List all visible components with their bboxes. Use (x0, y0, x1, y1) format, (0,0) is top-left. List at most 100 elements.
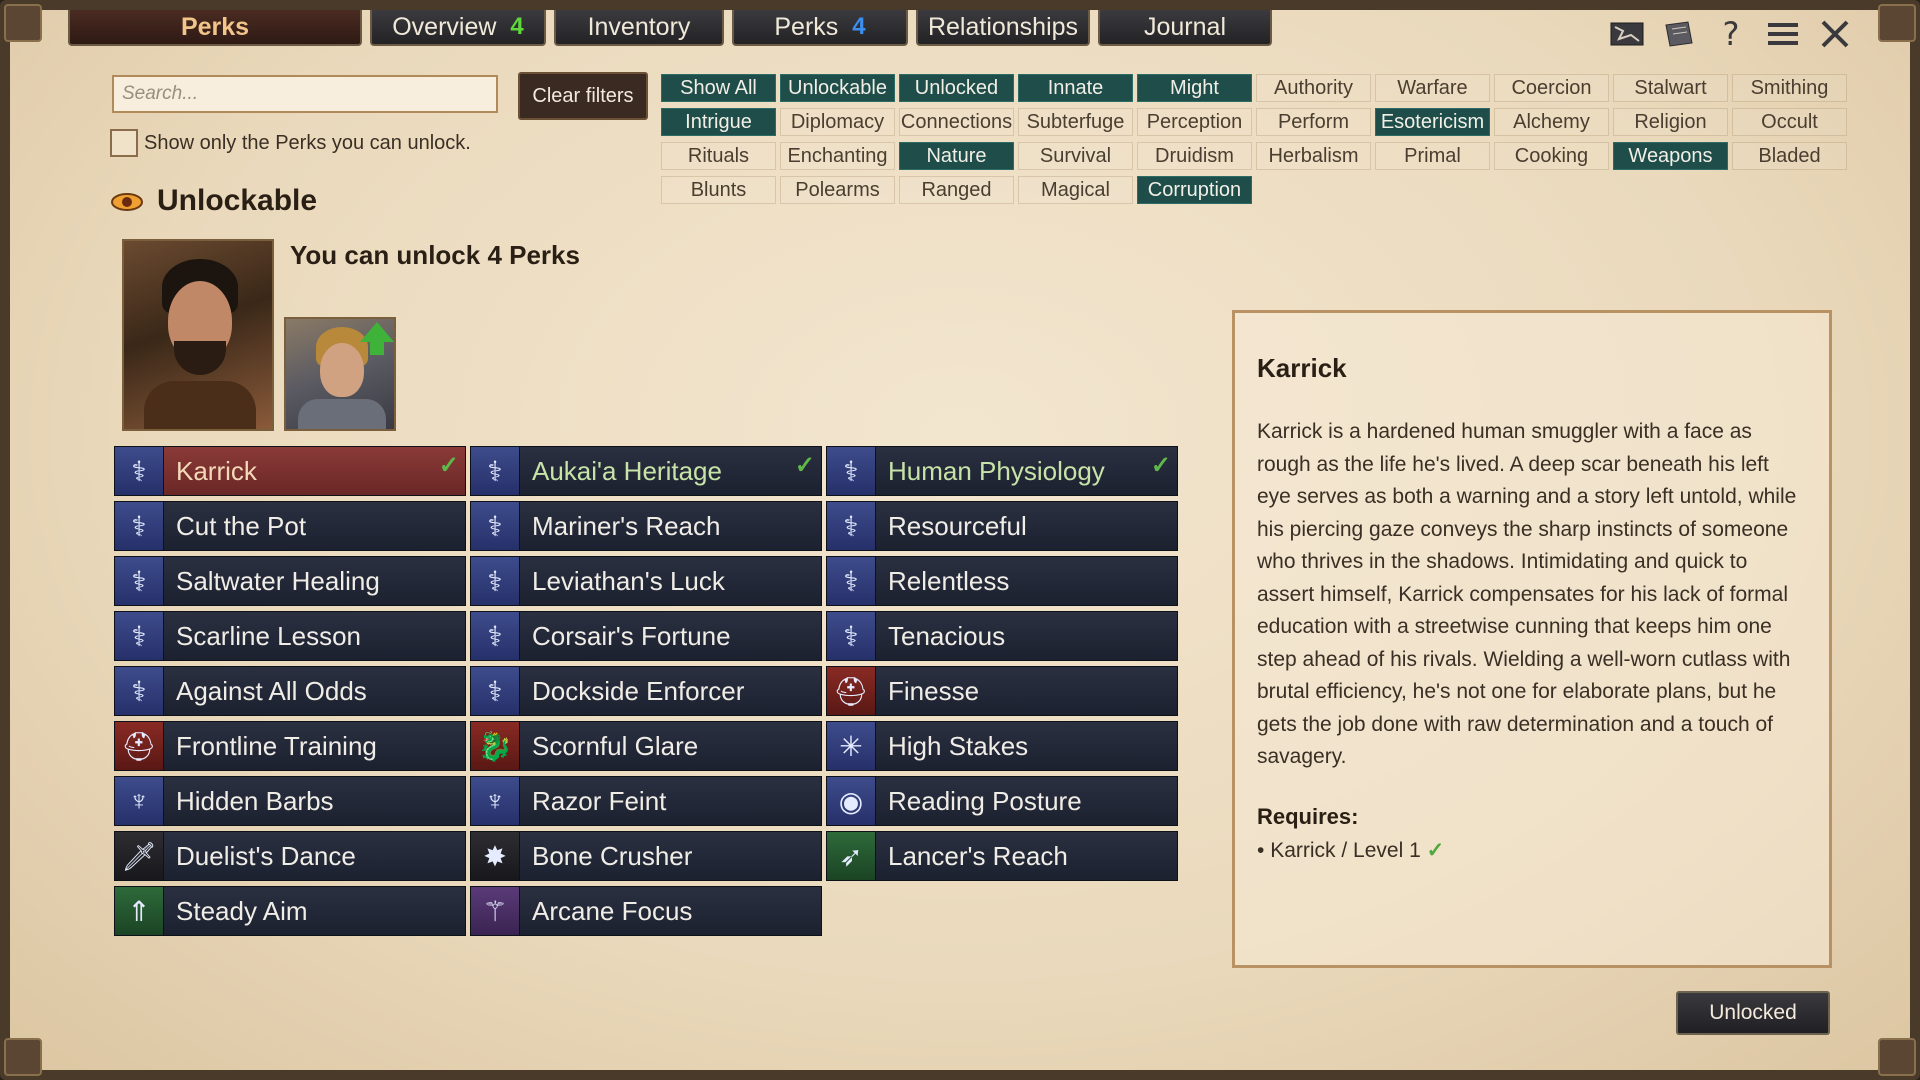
filter-perform[interactable]: Perform (1256, 108, 1371, 136)
filter-might[interactable]: Might (1137, 74, 1252, 102)
requires-label: Requires: (1257, 803, 1359, 829)
filter-rituals[interactable]: Rituals (661, 142, 776, 170)
perk-item[interactable]: ⚕ Karrick ✓ (114, 446, 466, 496)
perk-item[interactable]: ➶ Lancer's Reach (826, 831, 1178, 881)
help-icon[interactable]: ? (1712, 15, 1750, 53)
tab-label: Perks (180, 12, 250, 41)
filter-primal[interactable]: Primal (1375, 142, 1490, 170)
filter-subterfuge[interactable]: Subterfuge (1018, 108, 1133, 136)
only-unlockable-checkbox[interactable] (110, 129, 138, 157)
perk-item[interactable]: ⚕ Corsair's Fortune (470, 611, 822, 661)
perk-item[interactable]: 🗡 Duelist's Dance (114, 831, 466, 881)
category-filters: Show All Unlockable Unlocked Innate Might Aut… (661, 74, 1847, 204)
dna-icon: ⚕ (471, 557, 520, 605)
eye-icon (111, 193, 143, 211)
filter-unlocked[interactable]: Unlocked (899, 74, 1014, 102)
filter-enchanting[interactable]: Enchanting (780, 142, 895, 170)
tab-perks[interactable]: Perks 4 (732, 10, 908, 46)
kraken-icon: ♆ (471, 777, 520, 825)
perk-item[interactable]: ⚕ Scarline Lesson (114, 611, 466, 661)
tab-label: Inventory (587, 12, 691, 41)
filter-stalwart[interactable]: Stalwart (1613, 74, 1728, 102)
perk-item[interactable]: ⛑ Frontline Training (114, 721, 466, 771)
frame-corner (4, 1038, 42, 1076)
perk-name: Lancer's Reach (888, 840, 1068, 871)
close-icon[interactable] (1816, 16, 1854, 52)
map-icon[interactable] (1608, 16, 1646, 52)
filter-occult[interactable]: Occult (1732, 108, 1847, 136)
perk-item[interactable]: ⇑ Steady Aim (114, 886, 466, 936)
level-up-icon (360, 322, 394, 342)
perk-item[interactable]: ⚕ Saltwater Healing (114, 556, 466, 606)
filter-authority[interactable]: Authority (1256, 74, 1371, 102)
perk-item[interactable]: ♆ Razor Feint (470, 776, 822, 826)
filter-perception[interactable]: Perception (1137, 108, 1252, 136)
character-portrait-karrick[interactable] (122, 239, 274, 431)
perk-item[interactable]: ✳ High Stakes (826, 721, 1178, 771)
dna-icon: ⚕ (827, 447, 876, 495)
tab-label: Journal (1144, 12, 1226, 41)
filter-corruption[interactable]: Corruption (1137, 176, 1252, 204)
filter-blunts[interactable]: Blunts (661, 176, 776, 204)
clear-filters-button[interactable]: Clear filters (518, 72, 648, 120)
filter-connections[interactable]: Connections (899, 108, 1014, 136)
perk-item[interactable]: ⚕ Mariner's Reach (470, 501, 822, 551)
filter-diplomacy[interactable]: Diplomacy (780, 108, 895, 136)
filter-survival[interactable]: Survival (1018, 142, 1133, 170)
perk-item[interactable]: ⚕ Relentless (826, 556, 1178, 606)
perk-name: High Stakes (888, 730, 1029, 761)
tab-perks[interactable]: Perks (68, 10, 362, 46)
filter-cooking[interactable]: Cooking (1494, 142, 1609, 170)
filter-religion[interactable]: Religion (1613, 108, 1728, 136)
perk-item[interactable]: ⚕ Dockside Enforcer (470, 666, 822, 716)
perk-name: Finesse (888, 675, 980, 706)
filter-alchemy[interactable]: Alchemy (1494, 108, 1609, 136)
filter-ranged[interactable]: Ranged (899, 176, 1014, 204)
perk-item[interactable]: ⚕ Tenacious (826, 611, 1178, 661)
scroll-icon[interactable] (1660, 16, 1698, 52)
tab-journal[interactable]: Journal (1098, 10, 1272, 46)
filter-innate[interactable]: Innate (1018, 74, 1133, 102)
perk-item[interactable]: ♆ Hidden Barbs (114, 776, 466, 826)
perk-name: Steady Aim (176, 895, 308, 926)
perk-item[interactable]: ⚕ Human Physiology ✓ (826, 446, 1178, 496)
perk-name: Leviathan's Luck (532, 565, 725, 596)
dna-icon: ⚕ (827, 612, 876, 660)
frame-corner (1878, 1038, 1916, 1076)
perk-name: Scarline Lesson (176, 620, 361, 651)
filter-smithing[interactable]: Smithing (1732, 74, 1847, 102)
filter-esotericism[interactable]: Esotericism (1375, 108, 1490, 136)
tab-inventory[interactable]: Inventory (554, 10, 724, 46)
perk-item[interactable]: ✸ Bone Crusher (470, 831, 822, 881)
perk-item[interactable]: 🐉 Scornful Glare (470, 721, 822, 771)
menu-icon[interactable] (1764, 16, 1802, 52)
perk-name: Aukai'a Heritage (532, 455, 722, 486)
filter-bladed[interactable]: Bladed (1732, 142, 1847, 170)
perk-item[interactable]: ⚕ Aukai'a Heritage ✓ (470, 446, 822, 496)
filter-show-all[interactable]: Show All (661, 74, 776, 102)
tab-overview[interactable]: Overview 4 (370, 10, 546, 46)
filter-nature[interactable]: Nature (899, 142, 1014, 170)
perk-item[interactable]: ◉ Reading Posture (826, 776, 1178, 826)
filter-herbalism[interactable]: Herbalism (1256, 142, 1371, 170)
filter-warfare[interactable]: Warfare (1375, 74, 1490, 102)
dna-icon: ⚕ (827, 557, 876, 605)
filter-intrigue[interactable]: Intrigue (661, 108, 776, 136)
perk-name: Scornful Glare (532, 730, 699, 761)
filter-magical[interactable]: Magical (1018, 176, 1133, 204)
filter-unlockable[interactable]: Unlockable (780, 74, 895, 102)
perk-item[interactable]: ⚕ Leviathan's Luck (470, 556, 822, 606)
filter-polearms[interactable]: Polearms (780, 176, 895, 204)
perk-item[interactable]: ⚕ Cut the Pot (114, 501, 466, 551)
tab-relationships[interactable]: Relationships (916, 10, 1090, 46)
perk-item[interactable]: ⚕ Against All Odds (114, 666, 466, 716)
filter-druidism[interactable]: Druidism (1137, 142, 1252, 170)
filter-weapons[interactable]: Weapons (1613, 142, 1728, 170)
search-input[interactable] (112, 75, 498, 113)
filter-coercion[interactable]: Coercion (1494, 74, 1609, 102)
unlocked-button[interactable]: Unlocked (1676, 991, 1830, 1035)
perk-item[interactable]: ⚚ Arcane Focus (470, 886, 822, 936)
perk-item[interactable]: ⚕ Resourceful (826, 501, 1178, 551)
helmet-icon: ⛑ (827, 667, 876, 715)
perk-item[interactable]: ⛑ Finesse (826, 666, 1178, 716)
